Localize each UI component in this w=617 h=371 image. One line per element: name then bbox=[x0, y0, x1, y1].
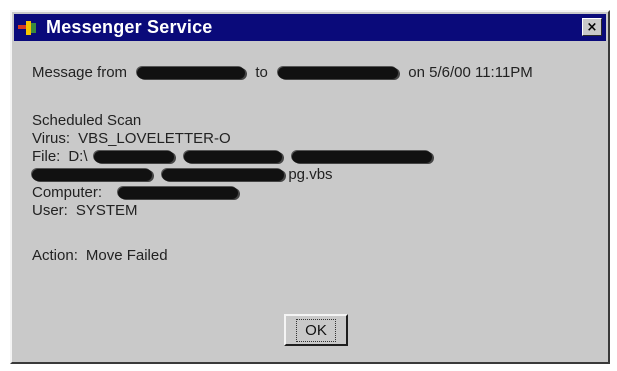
redacted-path-1 bbox=[93, 151, 174, 164]
file-path-start: D:\ bbox=[68, 148, 88, 165]
close-button[interactable]: × bbox=[582, 18, 602, 36]
ok-button-label: OK bbox=[296, 318, 336, 342]
messenger-service-dialog: Messenger Service × Message from to on 5… bbox=[10, 10, 610, 364]
title-bar[interactable]: Messenger Service × bbox=[14, 14, 606, 41]
to-label: to bbox=[255, 64, 268, 81]
action-line: Action: Move Failed bbox=[32, 247, 168, 265]
redacted-path-2 bbox=[183, 151, 282, 164]
computer-line: Computer: bbox=[32, 184, 239, 202]
user-value: SYSTEM bbox=[75, 202, 138, 219]
messenger-app-icon bbox=[18, 19, 40, 37]
file-line-continued: pg.vbs bbox=[32, 166, 333, 184]
action-label: Action: bbox=[32, 247, 78, 264]
virus-label: Virus: bbox=[32, 130, 71, 147]
scan-title: Scheduled Scan bbox=[32, 112, 142, 129]
redacted-path-4 bbox=[32, 169, 152, 182]
redacted-path-3 bbox=[292, 151, 433, 164]
action-value: Move Failed bbox=[85, 247, 168, 264]
virus-line: Virus: VBS_LOVELETTER-O bbox=[32, 130, 231, 148]
redacted-computer-name bbox=[118, 187, 239, 200]
message-header-line: Message from to on 5/6/00 11:11PM bbox=[32, 64, 533, 82]
user-line: User: SYSTEM bbox=[32, 202, 138, 220]
computer-label: Computer: bbox=[32, 184, 103, 201]
window-title: Messenger Service bbox=[46, 17, 213, 37]
redacted-sender bbox=[137, 67, 246, 80]
from-prefix: Message from bbox=[32, 64, 128, 81]
ok-button[interactable]: OK bbox=[284, 314, 348, 346]
virus-value: VBS_LOVELETTER-O bbox=[78, 130, 231, 147]
file-path-end: pg.vbs bbox=[288, 166, 333, 183]
redacted-recipient bbox=[278, 67, 399, 80]
redacted-path-5 bbox=[162, 169, 285, 182]
file-line: File: D:\ bbox=[32, 148, 433, 166]
user-label: User: bbox=[32, 202, 68, 219]
message-datetime: 5/6/00 11:11PM bbox=[429, 64, 533, 81]
file-label: File: bbox=[32, 148, 61, 165]
on-label: on bbox=[408, 64, 425, 81]
